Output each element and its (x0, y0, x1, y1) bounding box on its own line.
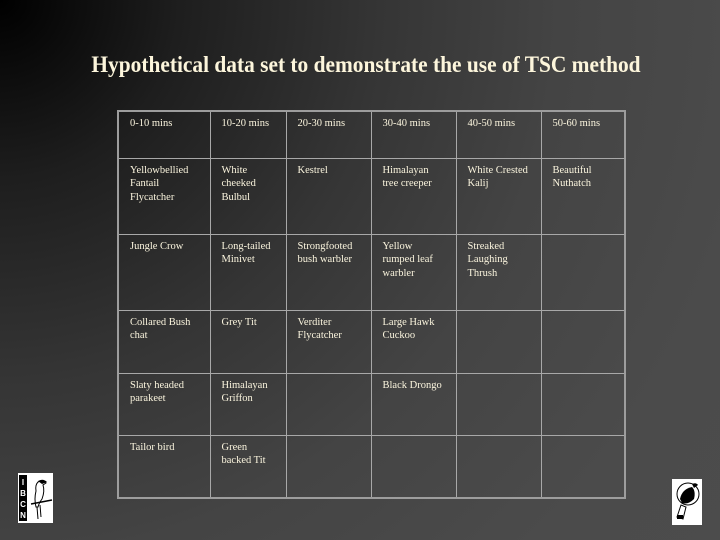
table-cell (285, 372, 372, 436)
ibcn-bird-logo-icon: I B C N (18, 473, 53, 523)
table-cell: Black Drongo (370, 372, 457, 436)
table-cell: Tailor bird (117, 434, 211, 499)
table-cell: Long-tailed Minivet (209, 233, 287, 311)
table-cell (540, 434, 626, 499)
table-cell: Strongfooted bush warbler (285, 233, 372, 311)
header-cell: 40-50 mins (455, 110, 542, 159)
header-cell: 20-30 mins (285, 110, 372, 159)
table-cell: Streaked Laughing Thrush (455, 233, 542, 311)
table-cell: Kestrel (285, 157, 372, 235)
header-cell: 30-40 mins (370, 110, 457, 159)
table-cell (540, 233, 626, 311)
table-cell (540, 309, 626, 374)
table-cell: Collared Bush chat (117, 309, 211, 374)
table-cell: Beautiful Nuthatch (540, 157, 626, 235)
table-cell: Grey Tit (209, 309, 287, 374)
ibcn-logo: I B C N (18, 473, 53, 523)
table-row: Yellowbellied Fantail Flycatcher White c… (117, 157, 626, 235)
table-cell: Yellowbellied Fantail Flycatcher (117, 157, 211, 235)
table-cell: Yellow rumped leaf warbler (370, 233, 457, 311)
table-cell: White cheeked Bulbul (209, 157, 287, 235)
table-cell (455, 372, 542, 436)
table-row: Jungle Crow Long-tailed Minivet Strongfo… (117, 233, 626, 311)
table-cell: White Crested Kalij (455, 157, 542, 235)
table-cell: Verditer Flycatcher (285, 309, 372, 374)
table-cell: Himalayan Griffon (209, 372, 287, 436)
table-cell (540, 372, 626, 436)
header-cell: 0-10 mins (117, 110, 211, 159)
table-cell (455, 309, 542, 374)
svg-text:N: N (20, 511, 26, 520)
table-cell: Jungle Crow (117, 233, 211, 311)
species-table: 0-10 mins 10-20 mins 20-30 mins 30-40 mi… (117, 110, 626, 499)
table-cell (455, 434, 542, 499)
table-row: Slaty headed parakeet Himalayan Griffon … (117, 372, 626, 436)
table-cell: Large Hawk Cuckoo (370, 309, 457, 374)
table-header-row: 0-10 mins 10-20 mins 20-30 mins 30-40 mi… (117, 110, 626, 159)
table-row: Tailor bird Green backed Tit (117, 434, 626, 499)
table-cell: Himalayan tree creeper (370, 157, 457, 235)
table-cell (370, 434, 457, 499)
svg-text:I: I (22, 478, 24, 487)
slide-title: Hypothetical data set to demonstrate the… (91, 52, 641, 77)
header-cell: 50-60 mins (540, 110, 626, 159)
hornbill-logo-icon (672, 479, 702, 525)
table-row: Collared Bush chat Grey Tit Verditer Fly… (117, 309, 626, 374)
table-cell: Green backed Tit (209, 434, 287, 499)
table-cell: Slaty headed parakeet (117, 372, 211, 436)
hornbill-logo (672, 479, 702, 525)
header-cell: 10-20 mins (209, 110, 287, 159)
table-cell (285, 434, 372, 499)
svg-text:B: B (20, 489, 26, 498)
svg-text:C: C (20, 500, 26, 509)
